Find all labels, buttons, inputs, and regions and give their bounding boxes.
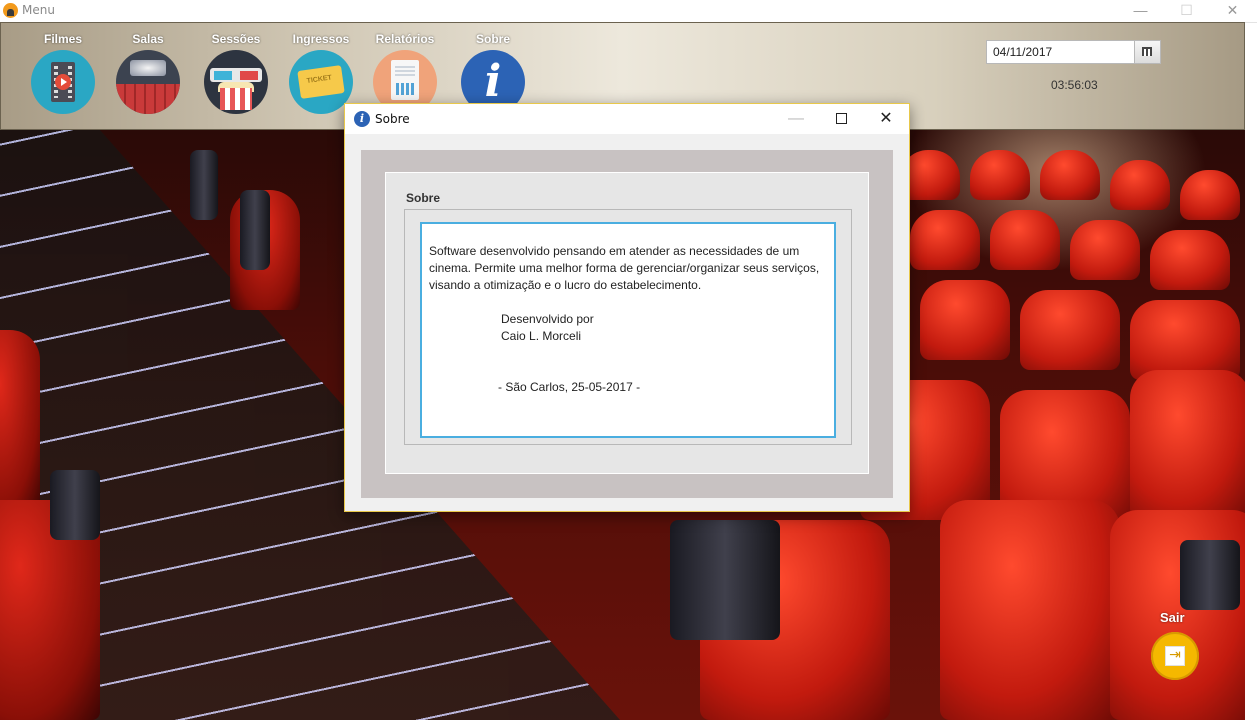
dialog-minimize-button[interactable]: — [773, 104, 819, 134]
group-box: Software desenvolvido pensando em atende… [404, 209, 852, 445]
about-panel: Sobre Software desenvolvido pensando em … [385, 172, 869, 474]
group-title: Sobre [406, 191, 441, 205]
about-text-area[interactable]: Software desenvolvido pensando em atende… [420, 222, 836, 438]
toolbar-sessoes[interactable]: Sessões [196, 23, 276, 114]
dialog-maximize-button[interactable] [818, 104, 864, 134]
toolbar-filmes-label: Filmes [43, 32, 82, 46]
dialog-title: Sobre [375, 112, 410, 126]
toolbar-sessoes-label: Sessões [211, 32, 261, 46]
ticket-icon-text: TICKET [306, 74, 333, 85]
developer-label: Desenvolvido por [501, 312, 594, 326]
place-date: - São Carlos, 25-05-2017 - [498, 380, 641, 394]
toolbar-sobre-label: Sobre [475, 32, 510, 46]
toolbar-filmes[interactable]: Filmes [23, 23, 103, 114]
calendar-icon [1142, 47, 1152, 56]
date-field[interactable] [987, 41, 1135, 63]
close-button[interactable]: ✕ [1210, 0, 1255, 22]
about-line-3: visando a otimização e o lucro do estabe… [429, 278, 702, 292]
minimize-button[interactable]: — [1118, 0, 1163, 22]
maximize-icon [835, 113, 847, 125]
toolbar-salas-label: Salas [132, 32, 164, 46]
window-title: Menu [22, 3, 55, 17]
dialog-titlebar: i Sobre — ✕ [345, 104, 909, 134]
app-icon [3, 3, 18, 18]
toolbar-sobre[interactable]: Sobre i [453, 23, 533, 114]
about-dialog: i Sobre — ✕ Sobre Software desenvolvido … [344, 103, 910, 512]
about-line-1: Software desenvolvido pensando em atende… [429, 244, 800, 258]
toolbar-salas[interactable]: Salas [108, 23, 188, 114]
clock-display: 03:56:03 [1051, 78, 1098, 92]
maximize-button[interactable]: ☐ [1164, 0, 1209, 22]
exit-button[interactable]: ⇥ [1151, 632, 1199, 680]
toolbar-relatorios[interactable]: Relatórios [365, 23, 445, 114]
exit-label: Sair [1160, 610, 1185, 625]
toolbar-ingressos-label: Ingressos [292, 32, 350, 46]
info-icon: i [354, 111, 370, 127]
date-picker[interactable] [986, 40, 1161, 64]
toolbar-relatorios-label: Relatórios [375, 32, 435, 46]
film-play-icon[interactable] [31, 50, 95, 114]
toolbar-ingressos[interactable]: Ingressos TICKET [281, 23, 361, 114]
dialog-close-button[interactable]: ✕ [863, 104, 909, 134]
exit-icon: ⇥ [1165, 646, 1185, 666]
info-icon-glyph: i [484, 56, 502, 107]
calendar-button[interactable] [1134, 41, 1160, 63]
developer-name: Caio L. Morceli [501, 329, 582, 343]
dialog-content-area: Sobre Software desenvolvido pensando em … [361, 150, 893, 498]
about-line-2: cinema. Permite uma melhor forma de gere… [429, 261, 820, 275]
3d-glasses-popcorn-icon[interactable] [204, 50, 268, 114]
window-titlebar: Menu — ☐ ✕ [0, 0, 1257, 23]
cinema-room-icon[interactable] [116, 50, 180, 114]
